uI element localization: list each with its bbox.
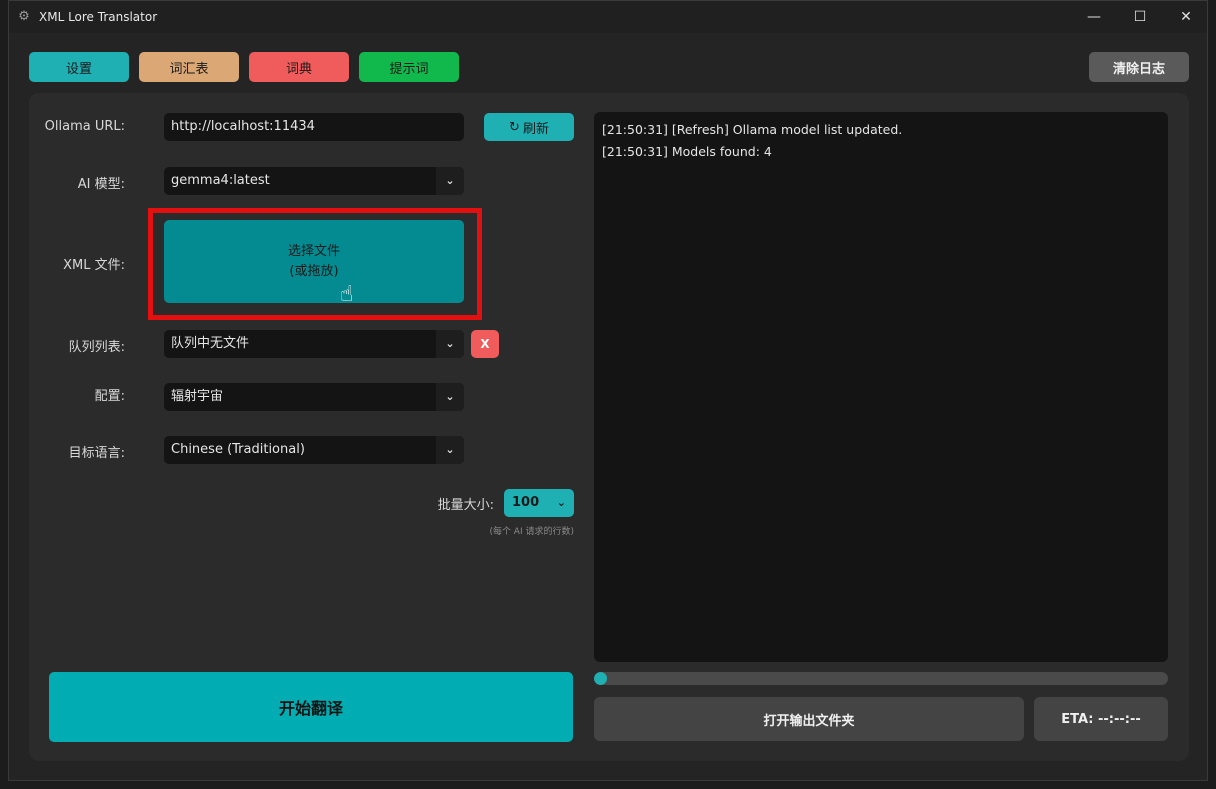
chevron-down-icon[interactable]: ⌄ (436, 383, 464, 411)
model-value: gemma4:latest (171, 173, 270, 188)
model-label: AI 模型: (77, 177, 125, 192)
log-output[interactable]: [21:50:31] [Refresh] Ollama model list u… (594, 112, 1168, 662)
clear-log-button[interactable]: 清除日志 (1089, 52, 1189, 82)
queue-value: 队列中无文件 (171, 336, 250, 351)
maximize-icon: ☐ (1133, 9, 1147, 25)
target-language-value: Chinese (Traditional) (171, 442, 305, 457)
maximize-button[interactable]: ☐ (1117, 1, 1163, 33)
app-window: ⚙ XML Lore Translator — ☐ ✕ 设置 词汇表 词典 提示… (8, 0, 1208, 781)
log-line: [21:50:31] [Refresh] Ollama model list u… (602, 122, 903, 137)
refresh-label: 刷新 (522, 121, 549, 137)
ollama-url-input[interactable]: http://localhost:11434 (164, 113, 464, 141)
model-select[interactable]: gemma4:latest ⌄ (164, 167, 464, 195)
log-line: [21:50:31] Models found: 4 (602, 144, 772, 159)
chevron-down-icon[interactable]: ⌄ (436, 167, 464, 195)
eta-display: ETA: --:--:-- (1034, 697, 1168, 741)
main-panel: Ollama URL: http://localhost:11434 ↻ 刷新 … (29, 93, 1189, 761)
queue-select[interactable]: 队列中无文件 ⌄ (164, 330, 464, 358)
minimize-icon: — (1087, 9, 1101, 25)
dictionary-button[interactable]: 词典 (249, 52, 349, 82)
target-language-select[interactable]: Chinese (Traditional) ⌄ (164, 436, 464, 464)
refresh-button[interactable]: ↻ 刷新 (484, 113, 574, 141)
progress-fill (594, 672, 607, 685)
close-icon: ✕ (1180, 9, 1192, 25)
vocabulary-button[interactable]: 词汇表 (139, 52, 239, 82)
chevron-down-icon[interactable]: ⌄ (436, 330, 464, 358)
profile-select[interactable]: 辐射宇宙 ⌄ (164, 383, 464, 411)
close-button[interactable]: ✕ (1163, 1, 1209, 33)
remove-queue-button[interactable]: X (471, 330, 499, 358)
title-bar[interactable]: ⚙ XML Lore Translator — ☐ ✕ (9, 1, 1207, 33)
profile-label: 配置: (94, 389, 125, 404)
start-translation-button[interactable]: 开始翻译 (49, 672, 573, 742)
highlight-annotation (148, 208, 482, 320)
xml-file-label: XML 文件: (63, 258, 125, 273)
gear-icon: ⚙ (18, 9, 30, 24)
minimize-button[interactable]: — (1071, 1, 1117, 33)
progress-bar (594, 672, 1168, 685)
window-title: XML Lore Translator (39, 10, 158, 24)
queue-label: 队列列表: (68, 340, 125, 355)
target-language-label: 目标语言: (68, 446, 125, 461)
chevron-down-icon[interactable]: ⌄ (436, 436, 464, 464)
batch-size-select[interactable]: 100 ⌄ (504, 489, 574, 517)
ollama-url-label: Ollama URL: (44, 119, 125, 134)
prompt-button[interactable]: 提示词 (359, 52, 459, 82)
profile-value: 辐射宇宙 (171, 389, 224, 404)
settings-button[interactable]: 设置 (29, 52, 129, 82)
chevron-down-icon: ⌄ (556, 496, 566, 509)
hand-pointer-icon: ☝ (340, 282, 354, 307)
batch-size-value: 100 (512, 495, 540, 510)
batch-size-label: 批量大小: (437, 498, 494, 513)
open-output-folder-button[interactable]: 打开输出文件夹 (594, 697, 1024, 741)
refresh-icon: ↻ (509, 119, 520, 135)
batch-size-hint: (每个 AI 请求的行数) (489, 527, 574, 537)
